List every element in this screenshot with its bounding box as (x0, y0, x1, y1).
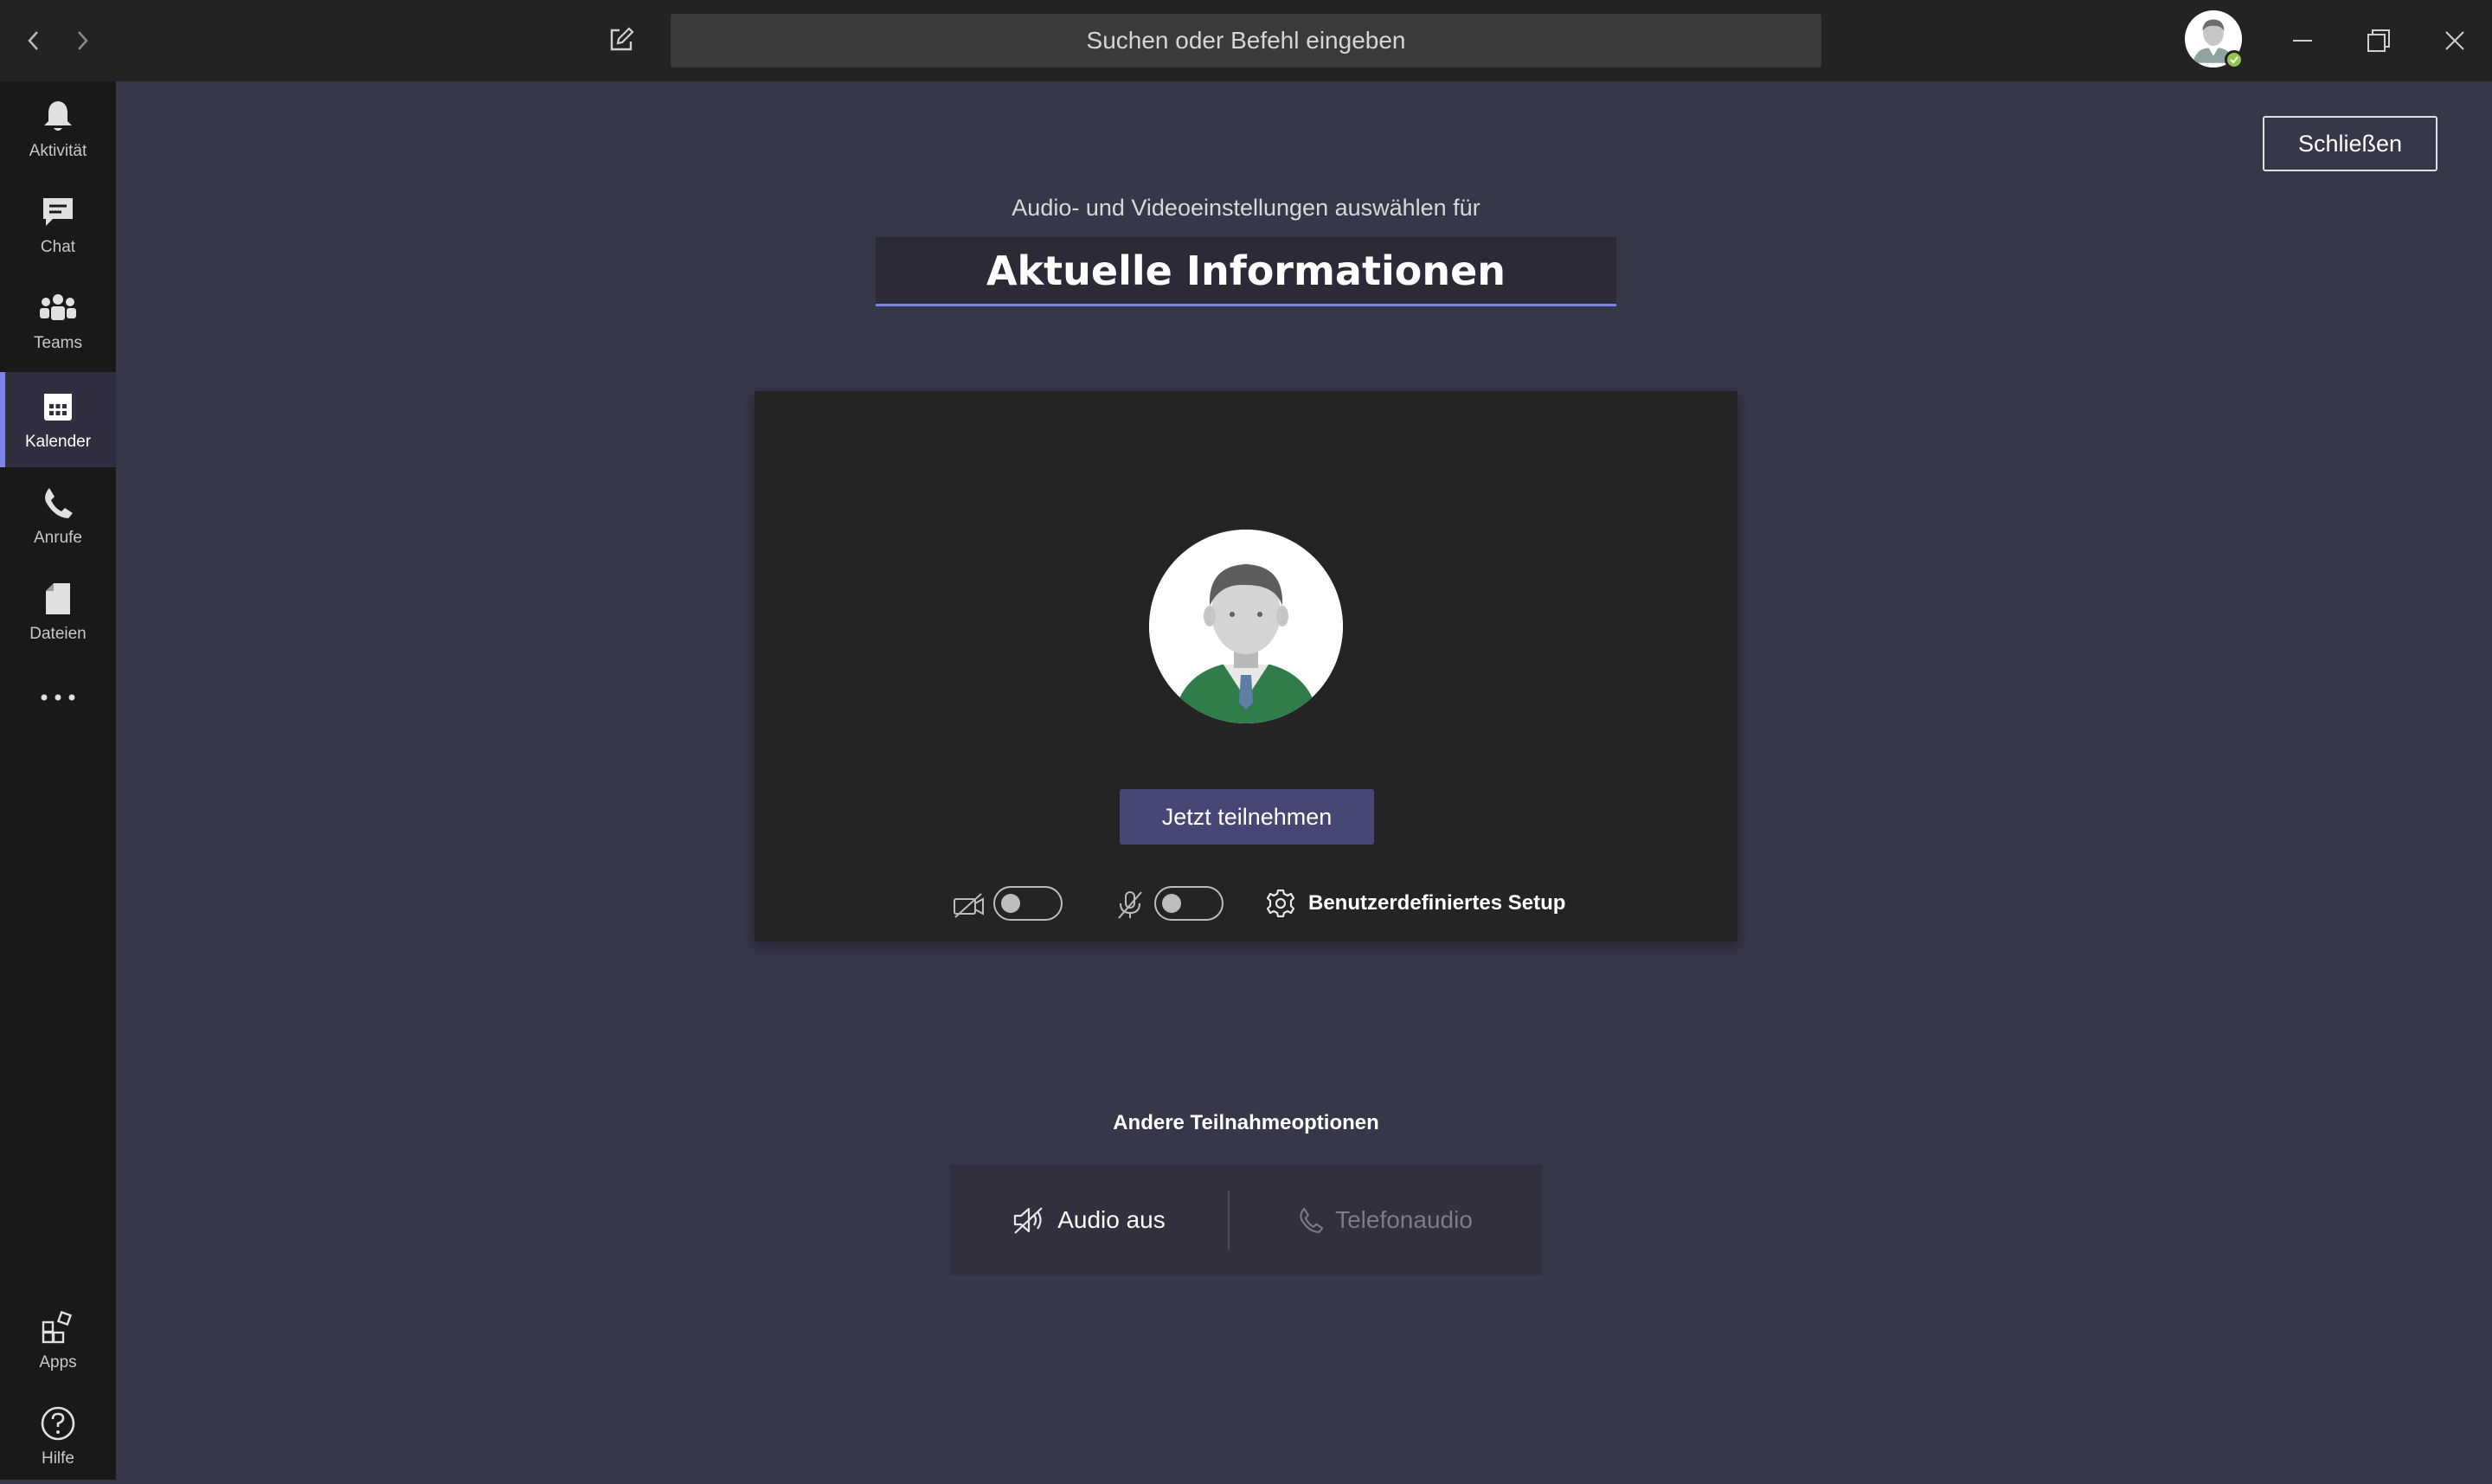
device-controls: Benutzerdefiniertes Setup (755, 884, 1737, 928)
more-icon (41, 694, 75, 701)
pre-join-subtitle: Audio- und Videoeinstellungen auswählen … (1012, 195, 1480, 221)
close-icon (2445, 31, 2464, 50)
camera-toggle[interactable] (993, 886, 1063, 921)
rail-item-files[interactable]: Dateien (0, 564, 116, 659)
preview-avatar (1149, 530, 1343, 723)
person-avatar-icon (1149, 530, 1343, 723)
rail-item-apps[interactable]: Apps (0, 1293, 116, 1388)
calendar-icon (39, 388, 77, 426)
check-icon (2230, 56, 2238, 64)
restore-icon (2367, 29, 2390, 52)
close-button[interactable]: Schließen (2263, 116, 2437, 171)
meeting-title: Aktuelle Informationen (986, 247, 1506, 294)
search-input[interactable] (671, 14, 1821, 67)
rail-label: Kalender (24, 433, 92, 451)
bell-icon (39, 97, 77, 135)
rail-item-calls[interactable]: Anrufe (0, 468, 116, 563)
forward-button[interactable] (62, 21, 102, 61)
join-now-button[interactable]: Jetzt teilnehmen (1120, 789, 1374, 845)
rail-more-button[interactable] (0, 663, 116, 732)
toggle-knob (1001, 894, 1020, 913)
camera-off-icon (950, 886, 988, 924)
help-icon (39, 1404, 77, 1442)
teams-icon (39, 289, 77, 327)
chevron-right-icon (78, 31, 88, 50)
chevron-left-icon (28, 31, 38, 50)
phone-icon (1300, 1207, 1324, 1233)
file-icon (39, 580, 77, 618)
user-avatar[interactable] (2185, 10, 2244, 69)
back-button[interactable] (14, 21, 54, 61)
rail-label: Anrufe (34, 529, 82, 547)
restore-button[interactable] (2350, 12, 2407, 69)
rail-item-calendar[interactable]: Kalender (0, 372, 116, 467)
rail-item-activity[interactable]: Aktivität (0, 81, 116, 177)
rail-label: Chat (40, 238, 76, 256)
custom-setup-button[interactable]: Benutzerdefiniertes Setup (1265, 884, 1565, 922)
rail-label: Dateien (29, 625, 87, 643)
close-window-button[interactable] (2426, 12, 2483, 69)
title-bar (0, 0, 2492, 81)
rail-label: Teams (34, 334, 82, 352)
phone-audio-option[interactable]: Telefonaudio (1230, 1165, 1542, 1275)
rail-label: Apps (39, 1353, 77, 1372)
other-join-options-label: Andere Teilnahmeoptionen (1113, 1111, 1379, 1134)
phone-icon (39, 484, 77, 522)
custom-setup-label: Benutzerdefiniertes Setup (1308, 891, 1566, 915)
phone-audio-label: Telefonaudio (1335, 1206, 1473, 1233)
chat-icon (39, 193, 77, 231)
speaker-off-icon (1014, 1207, 1043, 1234)
minimize-button[interactable] (2274, 12, 2331, 69)
minimize-icon (2293, 40, 2312, 42)
rail-label: Hilfe (41, 1449, 74, 1468)
meeting-title-field: Aktuelle Informationen (876, 237, 1616, 306)
other-join-options: Audio aus Telefonaudio (950, 1165, 1542, 1275)
rail-item-help[interactable]: Hilfe (0, 1389, 116, 1484)
app-bar: Aktivität Chat Teams Kalender Anrufe Dat… (0, 81, 116, 1480)
toggle-knob (1162, 894, 1181, 913)
mic-off-icon (1111, 886, 1149, 924)
apps-icon (39, 1308, 77, 1346)
rail-item-chat[interactable]: Chat (0, 177, 116, 273)
audio-off-label: Audio aus (1057, 1206, 1166, 1233)
presence-badge (2225, 50, 2244, 69)
microphone-toggle[interactable] (1154, 886, 1224, 921)
audio-off-option[interactable]: Audio aus (950, 1165, 1228, 1275)
gear-icon (1266, 889, 1295, 918)
video-preview-card: Jetzt teilnehmen Benutzerdefiniertes Set… (755, 391, 1737, 941)
rail-label: Aktivität (29, 142, 87, 160)
rail-item-teams[interactable]: Teams (0, 273, 116, 369)
compose-icon (610, 27, 634, 51)
compose-button[interactable] (601, 19, 642, 61)
